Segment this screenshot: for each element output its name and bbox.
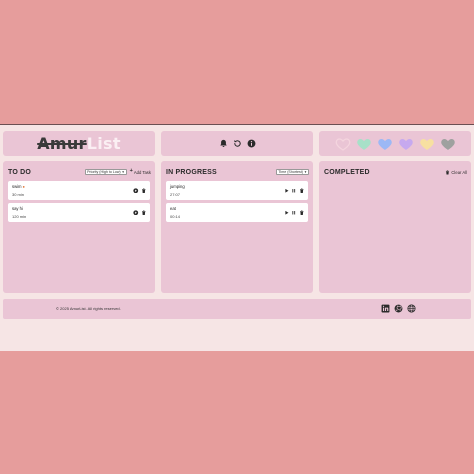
info-icon[interactable] <box>247 139 256 148</box>
trash-icon[interactable] <box>141 210 147 216</box>
todo-sort-select[interactable]: Priority (High to Low) ▼ <box>85 169 127 175</box>
task-name: jumping <box>170 184 185 189</box>
task-duration: 120 min <box>12 214 27 219</box>
fire-icon: ● <box>22 184 25 189</box>
restart-icon[interactable] <box>233 139 242 148</box>
app-logo: AmurList <box>37 134 121 153</box>
yellow-heart[interactable] <box>418 136 436 152</box>
app-shell: AmurList TO DO Priority (High to Low) ▼ … <box>0 124 474 351</box>
blue-heart[interactable] <box>376 136 394 152</box>
clear-all-label: Clear All <box>451 169 467 175</box>
in-progress-task-card[interactable]: eat 00:14 <box>166 203 308 222</box>
trash-icon[interactable] <box>299 188 305 194</box>
completed-title: COMPLETED <box>324 168 370 176</box>
start-task-icon[interactable] <box>133 188 139 194</box>
gray-heart[interactable] <box>439 136 457 152</box>
todo-sort-value: Priority (High to Low) <box>87 170 121 174</box>
completed-column: COMPLETED Clear All <box>319 161 471 293</box>
logo-list: List <box>86 134 121 153</box>
play-icon[interactable] <box>284 188 290 194</box>
pause-icon[interactable] <box>291 188 297 194</box>
clear-all-button[interactable]: Clear All <box>445 170 467 175</box>
task-name: say hi <box>12 206 23 211</box>
task-timer: 00:14 <box>170 214 181 219</box>
plus-icon: + <box>129 168 133 175</box>
play-icon[interactable] <box>284 210 290 216</box>
trash-icon[interactable] <box>299 210 305 216</box>
in-progress-sort-select[interactable]: Time (Shortest) ▼ <box>276 169 309 175</box>
start-task-icon[interactable] <box>133 210 139 216</box>
bell-icon[interactable] <box>219 139 228 148</box>
linkedin-icon[interactable] <box>381 304 390 313</box>
task-name: swim <box>12 184 22 189</box>
theme-picker <box>319 131 471 156</box>
add-task-button[interactable]: + Add Task <box>130 169 151 175</box>
toolbar-card <box>161 131 313 156</box>
chevron-down-icon: ▼ <box>304 170 307 174</box>
trash-icon <box>445 169 450 175</box>
trash-icon[interactable] <box>141 188 147 194</box>
pink-heart-outline[interactable] <box>334 136 352 152</box>
github-icon[interactable] <box>394 304 403 313</box>
in-progress-task-card[interactable]: jumping 27:07 <box>166 181 308 200</box>
task-name: eat <box>170 206 176 211</box>
todo-title: TO DO <box>8 168 32 176</box>
task-timer: 27:07 <box>170 192 181 197</box>
in-progress-column: IN PROGRESS Time (Shortest) ▼ jumping 27… <box>161 161 313 293</box>
todo-column: TO DO Priority (High to Low) ▼ + Add Tas… <box>3 161 155 293</box>
footer: © 2025 AmurList. All rights reserved. <box>3 299 471 319</box>
chevron-down-icon: ▼ <box>121 170 125 174</box>
todo-task-card[interactable]: say hi 120 min <box>8 203 150 222</box>
lavender-heart[interactable] <box>397 136 415 152</box>
mint-heart[interactable] <box>355 136 373 152</box>
in-progress-sort-value: Time (Shortest) <box>278 170 304 174</box>
logo-card: AmurList <box>3 131 155 156</box>
task-duration: 30 min <box>12 192 25 197</box>
in-progress-title: IN PROGRESS <box>166 168 217 176</box>
globe-icon[interactable] <box>407 304 416 313</box>
pause-icon[interactable] <box>291 210 297 216</box>
add-task-label: Add Task <box>133 169 151 175</box>
copyright-text: © 2025 AmurList. All rights reserved. <box>56 306 121 311</box>
todo-task-card[interactable]: swim ● 30 min <box>8 181 150 200</box>
logo-amur: Amur <box>37 134 87 153</box>
